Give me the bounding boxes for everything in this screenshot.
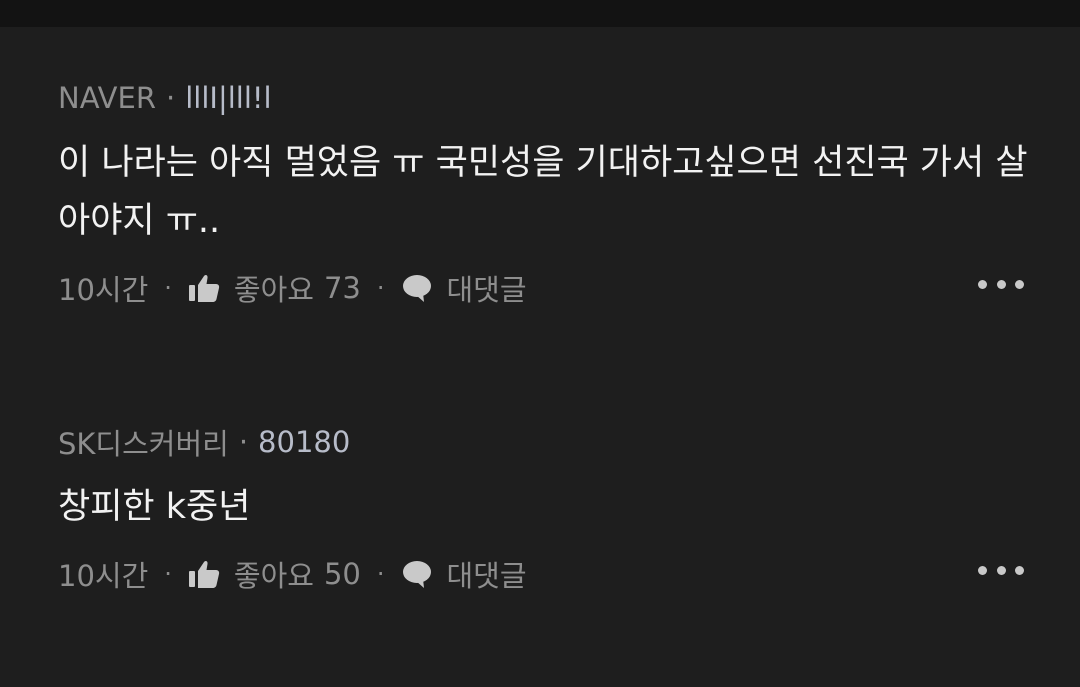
author-name[interactable]: NAVER bbox=[58, 81, 156, 115]
comment-time: 10시간 bbox=[58, 273, 149, 307]
reply-button[interactable]: 대댓글 bbox=[401, 267, 527, 309]
comment-time: 10시간 bbox=[58, 559, 149, 593]
comment-item: SK디스커버리 · 80180 창피한 k중년 10시간 · 좋아요 50 · bbox=[58, 422, 1038, 594]
comment-header: NAVER · lllI|lll!l bbox=[58, 78, 1038, 118]
like-label: 좋아요 bbox=[233, 273, 314, 307]
user-id: 80180 bbox=[258, 425, 351, 459]
comment-item: NAVER · lllI|lll!l 이 나라는 아직 멀었음 ㅠ 국민성을 기… bbox=[58, 78, 1038, 308]
separator-dot: · bbox=[164, 274, 172, 302]
comment-header: SK디스커버리 · 80180 bbox=[58, 422, 1038, 462]
more-horizontal-icon bbox=[978, 279, 987, 289]
top-bar bbox=[0, 0, 1080, 27]
separator-dot: · bbox=[376, 274, 385, 302]
comment-text: 이 나라는 아직 멀었음 ㅠ 국민성을 기대하고싶으면 선진국 가서 살아야지 … bbox=[58, 143, 1028, 241]
reply-label: 대댓글 bbox=[446, 273, 527, 307]
comment-actions: 10시간 · 좋아요 50 · 대댓글 bbox=[58, 554, 1038, 594]
reply-label: 대댓글 bbox=[446, 559, 527, 593]
reply-button[interactable]: 대댓글 bbox=[401, 553, 527, 595]
thumbs-up-icon bbox=[188, 559, 220, 589]
like-button[interactable]: 좋아요 73 bbox=[188, 267, 361, 309]
like-label: 좋아요 bbox=[233, 559, 314, 593]
more-options-button[interactable] bbox=[978, 564, 1024, 576]
more-horizontal-icon bbox=[978, 565, 987, 575]
comment-actions: 10시간 · 좋아요 73 · 대댓글 bbox=[58, 268, 1038, 308]
user-id: lllI|lll!l bbox=[185, 81, 272, 115]
speech-bubble-icon bbox=[401, 273, 433, 303]
thumbs-up-icon bbox=[188, 273, 220, 303]
separator-dot: · bbox=[238, 425, 249, 459]
separator-dot: · bbox=[164, 560, 172, 588]
comment-text: 창피한 k중년 bbox=[58, 487, 251, 527]
like-count: 50 bbox=[323, 557, 361, 591]
speech-bubble-icon bbox=[401, 559, 433, 589]
like-button[interactable]: 좋아요 50 bbox=[188, 553, 361, 595]
more-options-button[interactable] bbox=[978, 278, 1024, 290]
separator-dot: · bbox=[376, 560, 385, 588]
like-count: 73 bbox=[323, 271, 361, 305]
author-name[interactable]: SK디스커버리 bbox=[58, 421, 229, 463]
separator-dot: · bbox=[166, 81, 176, 115]
